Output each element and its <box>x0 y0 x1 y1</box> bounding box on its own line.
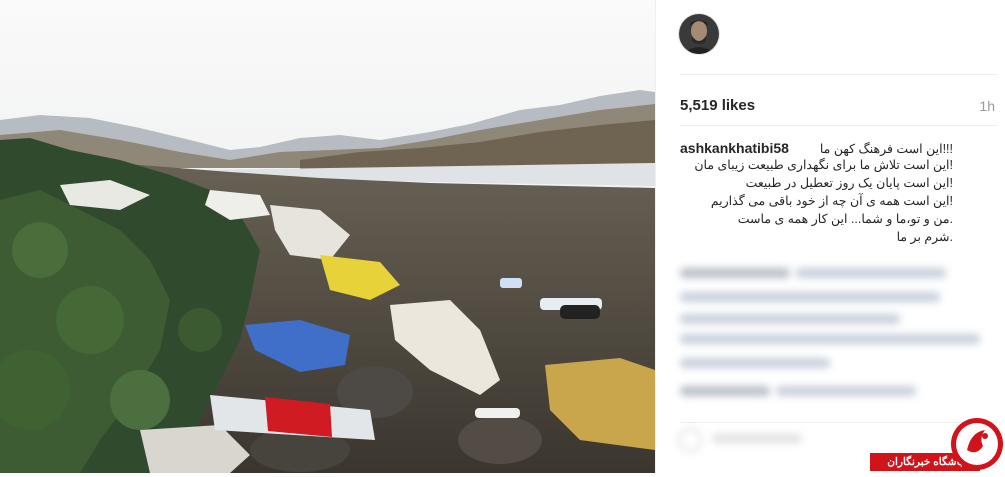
heart-icon[interactable] <box>678 428 702 452</box>
user-avatar-icon[interactable] <box>678 13 720 55</box>
post-timestamp[interactable]: 1h <box>979 98 995 114</box>
comment-input[interactable] <box>678 428 808 452</box>
likes-count[interactable]: 5,519 likes <box>680 97 755 114</box>
post-caption: !!!این است فرهنگ کهن ما !این است تلاش ما… <box>673 142 953 246</box>
lake-litter-photo <box>0 0 655 473</box>
likes-divider <box>680 125 998 126</box>
caption-line: !این است پایان یک روز تعطیل در طبیعت <box>745 176 953 190</box>
caption-username[interactable]: ashkankhatibi58 <box>680 140 789 156</box>
blurred-comments <box>676 262 996 422</box>
post-photo[interactable] <box>0 0 655 473</box>
caption-line: !این است تلاش ما برای نگهداری طبیعت زیبا… <box>694 158 953 172</box>
caption-line: !این است همه ی آن چه از خود باقی می گذار… <box>710 194 953 208</box>
header-divider <box>680 74 998 75</box>
post-details-panel: 5,519 likes 1h ashkankhatibi58 !!!این اس… <box>656 0 1005 473</box>
caption-line: .من و تو،ما و شما... این کار همه ی ماست <box>737 212 953 226</box>
caption-line: !!!این است فرهنگ کهن ما <box>819 142 953 156</box>
club-logo-icon <box>949 416 1005 472</box>
caption-line: .شرم بر ما <box>896 230 953 244</box>
